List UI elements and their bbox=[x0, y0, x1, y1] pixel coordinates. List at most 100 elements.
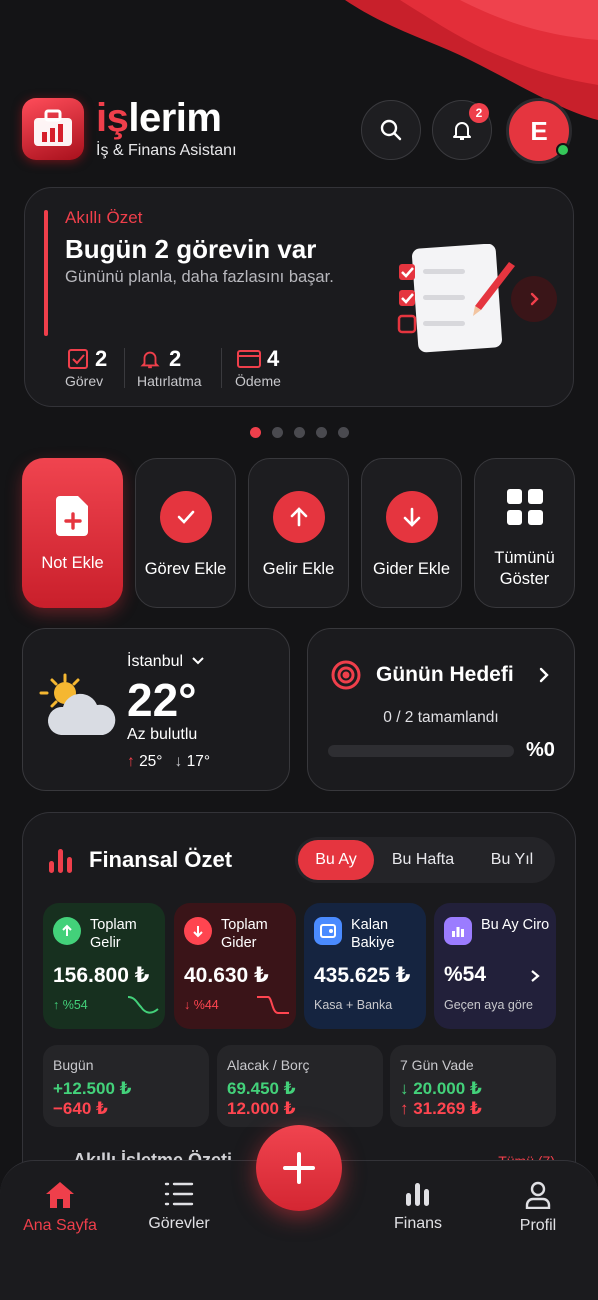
mini-title: Bugün bbox=[53, 1057, 94, 1073]
nav-label: Görevler bbox=[148, 1215, 210, 1232]
note-add-icon bbox=[55, 496, 90, 541]
nav-profile[interactable]: Profil bbox=[488, 1181, 588, 1235]
total-income-card[interactable]: Toplam Gelir 156.800 ₺ ↑ %54 bbox=[43, 903, 165, 1029]
weather-description: Az bulutlu bbox=[127, 726, 198, 743]
search-icon bbox=[380, 119, 402, 141]
add-expense-button[interactable]: Gider Ekle bbox=[361, 458, 462, 608]
summary-next-button[interactable] bbox=[511, 276, 557, 322]
add-fab-button[interactable] bbox=[256, 1125, 342, 1211]
list-icon bbox=[164, 1182, 194, 1206]
card-title: Toplam Gider bbox=[221, 917, 268, 951]
accent-bar bbox=[44, 210, 48, 336]
arrow-down-icon bbox=[385, 491, 438, 543]
goal-percent: %0 bbox=[526, 739, 555, 761]
action-label: Gider Ekle bbox=[372, 560, 451, 578]
stat-value: 2 bbox=[169, 346, 182, 371]
goal-title: Günün Hedefi bbox=[376, 663, 514, 686]
online-indicator bbox=[556, 143, 570, 157]
period-this-week[interactable]: Bu Hafta bbox=[374, 840, 472, 880]
nav-home[interactable]: Ana Sayfa bbox=[10, 1181, 110, 1235]
carousel-indicator bbox=[250, 427, 349, 438]
arrow-up-icon bbox=[272, 491, 325, 543]
remaining-balance-card[interactable]: Kalan Bakiye 435.625 ₺ Kasa + Banka bbox=[304, 903, 426, 1029]
mini-positive: +12.500 ₺ bbox=[53, 1079, 132, 1098]
nav-label: Ana Sayfa bbox=[23, 1217, 97, 1234]
avatar[interactable]: E bbox=[506, 98, 572, 164]
action-label: Gelir Ekle bbox=[262, 560, 335, 578]
weather-card[interactable]: İstanbul 22° Az bulutlu ↑ 25° ↓ 17° bbox=[22, 628, 290, 791]
card-value: %54 bbox=[444, 963, 487, 986]
city-name: İstanbul bbox=[127, 653, 184, 670]
monthly-revenue-card[interactable]: Bu Ay Ciro %54 Geçen aya göre bbox=[434, 903, 556, 1029]
carousel-dot[interactable] bbox=[294, 427, 305, 438]
mini-title: Alacak / Borç bbox=[227, 1057, 310, 1073]
chevron-right-icon[interactable] bbox=[538, 667, 550, 683]
show-all-button[interactable]: Tümünü Göster bbox=[474, 458, 575, 608]
brand: işlerim İş & Finans Asistanı bbox=[96, 96, 237, 160]
action-label: Tümünü Göster bbox=[494, 549, 555, 588]
app-logo bbox=[22, 98, 84, 160]
mini-negative: −640 ₺ bbox=[53, 1099, 108, 1118]
arrow-down-icon bbox=[184, 917, 212, 945]
daily-goal-card[interactable]: Günün Hedefi 0 / 2 tamamlandı %0 bbox=[307, 628, 575, 791]
card-value: 435.625 ₺ bbox=[314, 964, 411, 987]
summary-subtitle: Gününü planla, daha fazlasını başar. bbox=[65, 268, 334, 286]
summary-tag: Akıllı Özet bbox=[65, 208, 143, 227]
add-task-button[interactable]: Görev Ekle bbox=[135, 458, 236, 608]
carousel-dot[interactable] bbox=[250, 427, 261, 438]
low-value: 17° bbox=[186, 753, 211, 770]
mini-positive: 69.450 ₺ bbox=[227, 1079, 296, 1098]
card-subtitle: Kasa + Banka bbox=[314, 998, 393, 1012]
today-card[interactable]: Bugün +12.500 ₺ −640 ₺ bbox=[43, 1045, 209, 1127]
arrow-down-icon: ↓ bbox=[174, 753, 183, 770]
add-note-button[interactable]: Not Ekle bbox=[22, 458, 123, 608]
bell-icon bbox=[453, 122, 471, 140]
plus-icon bbox=[283, 1152, 315, 1184]
mini-positive: ↓ 20.000 ₺ bbox=[400, 1079, 482, 1098]
bar-chart-icon bbox=[406, 1183, 429, 1206]
temperature: 22° bbox=[127, 674, 197, 726]
search-button[interactable] bbox=[361, 100, 421, 160]
period-this-month[interactable]: Bu Ay bbox=[298, 840, 374, 880]
card-title: Toplam Gelir bbox=[90, 917, 137, 951]
total-expense-card[interactable]: Toplam Gider 40.630 ₺ ↓ %44 bbox=[174, 903, 296, 1029]
brand-suffix: lerim bbox=[128, 96, 222, 140]
home-icon bbox=[46, 1182, 74, 1208]
add-income-button[interactable]: Gelir Ekle bbox=[248, 458, 349, 608]
check-icon bbox=[159, 491, 212, 543]
carousel-dot[interactable] bbox=[272, 427, 283, 438]
carousel-dot[interactable] bbox=[316, 427, 327, 438]
mini-title: 7 Gün Vade bbox=[400, 1057, 474, 1073]
card-value: 40.630 ₺ bbox=[184, 964, 269, 987]
divider bbox=[221, 348, 222, 388]
brand-subtitle: İş & Finans Asistanı bbox=[96, 142, 237, 159]
bar-chart-icon bbox=[49, 849, 72, 873]
sparkline bbox=[257, 996, 289, 1014]
notifications-button[interactable]: 2 bbox=[432, 100, 492, 160]
seven-day-due-card[interactable]: 7 Gün Vade ↓ 20.000 ₺ ↑ 31.269 ₺ bbox=[390, 1045, 556, 1127]
chevron-right-icon bbox=[530, 292, 539, 306]
high-low: ↑ 25° ↓ 17° bbox=[127, 753, 210, 771]
receivable-payable-card[interactable]: Alacak / Borç 69.450 ₺ 12.000 ₺ bbox=[217, 1045, 383, 1127]
weather-city-selector[interactable]: İstanbul bbox=[127, 653, 204, 671]
nav-label: Profil bbox=[519, 1217, 557, 1234]
nav-finance[interactable]: Finans bbox=[368, 1181, 468, 1233]
card-title: Kalan Bakiye bbox=[351, 917, 395, 951]
card-value: 156.800 ₺ bbox=[53, 964, 150, 987]
period-this-year[interactable]: Bu Yıl bbox=[472, 840, 552, 880]
action-label: Not Ekle bbox=[41, 554, 104, 572]
bell-icon bbox=[140, 351, 160, 369]
mini-negative: ↑ 31.269 ₺ bbox=[400, 1099, 482, 1118]
divider bbox=[124, 348, 125, 388]
goal-progress-text: 0 / 2 tamamlandı bbox=[383, 709, 499, 726]
card-change: ↑ %54 bbox=[53, 998, 88, 1012]
app-header: işlerim İş & Finans Asistanı 2 E bbox=[22, 96, 576, 166]
nav-tasks[interactable]: Görevler bbox=[129, 1181, 229, 1233]
notification-badge: 2 bbox=[469, 103, 489, 123]
summary-title: Bugün 2 görevin var bbox=[65, 234, 317, 264]
target-icon bbox=[331, 660, 361, 690]
smart-summary-card[interactable]: Akıllı Özet Bugün 2 görevin var Gününü p… bbox=[24, 187, 574, 407]
arrow-up-icon bbox=[53, 917, 81, 945]
carousel-dot[interactable] bbox=[338, 427, 349, 438]
chart-icon bbox=[444, 917, 472, 945]
